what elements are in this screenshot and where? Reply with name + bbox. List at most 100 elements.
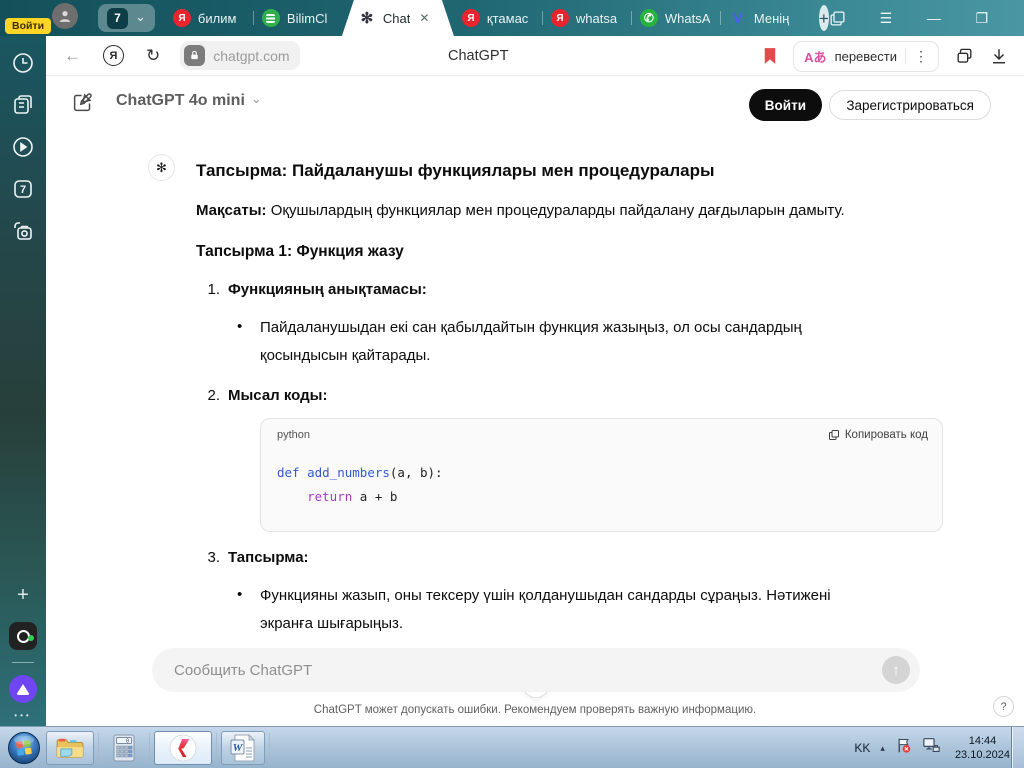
minimize-icon[interactable]: — [925, 9, 943, 27]
messenger-icon[interactable] [9, 622, 37, 650]
tab-qtamas[interactable]: Я қтамас [454, 0, 542, 36]
browser-tab-bar: Войти 7 ⌄ Я билим BilimCl ✻ Chat ✕ Я қта… [0, 0, 1024, 36]
tab-close-icon[interactable]: ✕ [419, 11, 429, 25]
tabs-panel-icon[interactable]: 7 [8, 174, 38, 204]
history-clock-icon[interactable] [8, 48, 38, 78]
yandex-icon: Я [461, 9, 480, 27]
panels-icon[interactable] [829, 9, 847, 27]
language-indicator[interactable]: KK [854, 741, 870, 755]
yandex-icon: Я [172, 9, 191, 27]
feed-icon[interactable] [8, 90, 38, 120]
chevron-down-icon[interactable]: ⌄ [135, 10, 146, 23]
code-keyword: return [307, 489, 353, 504]
bullet-marker: • [237, 586, 243, 603]
taskbar-calculator-button[interactable]: 0 [103, 731, 145, 765]
screenshot-camera-icon[interactable] [8, 216, 38, 246]
browser-profile[interactable]: Войти [0, 0, 96, 36]
taskbar-explorer-button[interactable] [46, 730, 94, 765]
reload-icon[interactable]: ↻ [146, 46, 160, 66]
tab-chatgpt-active[interactable]: ✻ Chat ✕ [341, 0, 454, 36]
translate-button[interactable]: Aあ перевести ⋮ [793, 40, 939, 72]
tab-label: Менің [753, 10, 790, 26]
sidebar-more-icon[interactable]: ••• [14, 711, 31, 720]
start-button[interactable] [6, 730, 42, 766]
person-icon [59, 11, 71, 22]
item-title: Мысал коды: [228, 387, 328, 404]
url-text: chatgpt.com [213, 47, 290, 64]
network-icon[interactable] [922, 737, 941, 759]
svg-text:7: 7 [20, 184, 26, 196]
taskbar-yandex-button[interactable] [154, 730, 212, 765]
send-button[interactable]: ↑ [882, 656, 910, 684]
goal-paragraph: Мақсаты: Оқушылардың функциялар мен проц… [196, 198, 918, 224]
assistant-avatar: ✻ [148, 154, 175, 181]
alice-assistant-icon[interactable] [9, 675, 37, 703]
item-number: 3. [207, 549, 220, 566]
model-name: ChatGPT 4o mini [116, 92, 245, 109]
tab-label: қтамас [486, 10, 529, 26]
v-app-icon: V [732, 9, 743, 27]
taskbar-word-button[interactable]: W [221, 730, 265, 765]
taskbar-divider [269, 732, 270, 763]
list-item: 1. Функцияның анықтамасы: • Пайдаланушыд… [196, 278, 918, 370]
yandex-browser-icon [169, 734, 197, 761]
ordered-list: 1. Функцияның анықтамасы: • Пайдаланушыд… [196, 278, 943, 638]
copy-code-button[interactable]: Копировать код [828, 429, 928, 441]
translate-options-icon[interactable]: ⋮ [914, 48, 928, 65]
signup-button[interactable]: Зарегистрироваться [829, 90, 991, 120]
model-selector[interactable]: ChatGPT 4o mini ⌄ [116, 91, 262, 110]
login-button[interactable]: Войти [748, 89, 822, 121]
new-tab-button[interactable]: + [818, 5, 829, 31]
clock-time: 14:44 [968, 735, 997, 747]
new-chat-compose-icon[interactable] [72, 92, 93, 118]
screen: Войти 7 ⌄ Я билим BilimCl ✻ Chat ✕ Я қта… [0, 0, 1024, 768]
whatsapp-icon: ✆ [639, 9, 658, 27]
code-text: (a, b): [389, 465, 443, 480]
code-header: python Копировать код [261, 419, 942, 441]
list-item: 3. Тапсырма: • Функцияны жазып, оны текс… [196, 546, 918, 638]
address-bar[interactable]: chatgpt.com [180, 41, 300, 70]
tab-whatsa-search[interactable]: Я whatsa [543, 0, 631, 36]
svg-text:0: 0 [126, 738, 129, 744]
lock-icon [184, 45, 206, 66]
downloads-icon[interactable] [990, 47, 1008, 65]
clock-date: 23.10.2024 [954, 749, 1010, 761]
tab-label: Chat [382, 10, 411, 26]
tab-bilimclass[interactable]: BilimCl [254, 0, 342, 36]
profile-avatar[interactable] [52, 3, 78, 29]
restore-icon[interactable]: ❐ [973, 9, 991, 27]
show-hidden-icons[interactable]: ▴ [880, 743, 885, 754]
yandex-search-icon[interactable]: Я [103, 45, 124, 66]
message-composer[interactable]: ↑ [152, 648, 920, 692]
menu-icon[interactable]: ☰ [877, 9, 895, 27]
tab-label: BilimCl [286, 10, 328, 26]
taskbar-clock[interactable]: 14:44 23.10.2024 [955, 734, 1010, 762]
show-desktop-button[interactable] [1011, 727, 1024, 768]
play-video-icon[interactable] [8, 132, 38, 162]
tab-count-badge: 7 [107, 7, 128, 29]
bullet-item: • Функцияны жазып, оны тексеру үшін қолд… [228, 582, 868, 638]
item-number: 2. [207, 387, 220, 404]
message-subtitle: Тапсырма 1: Функция жазу [196, 243, 404, 260]
bilimclass-icon [261, 9, 280, 27]
back-icon[interactable]: ← [64, 46, 81, 66]
help-button[interactable]: ? [993, 696, 1014, 717]
sidebar-add-icon[interactable]: + [8, 580, 38, 610]
copy-code-label: Копировать код [844, 429, 928, 441]
profile-login-badge[interactable]: Войти [5, 18, 52, 34]
code-block: python Копировать код def add_numbers(a,… [260, 418, 943, 532]
alice-triangle [16, 683, 30, 695]
tab-bilim[interactable]: Я билим [165, 0, 253, 36]
composer-input[interactable] [174, 661, 882, 679]
disclaimer-text: ChatGPT может допускать ошибки. Рекоменд… [313, 704, 757, 716]
code-keyword: def [277, 465, 300, 480]
bookmark-icon[interactable] [763, 47, 777, 65]
tab-group-widget[interactable]: 7 ⌄ [98, 4, 155, 32]
code-text: a + b [352, 489, 398, 504]
action-center-flag-icon[interactable] [895, 737, 912, 759]
taskbar-divider [149, 732, 150, 763]
shared-tabs-icon[interactable] [955, 47, 974, 66]
tab-whatsapp[interactable]: ✆ WhatsA [632, 0, 720, 36]
tab-mening[interactable]: V Менің [721, 0, 809, 36]
